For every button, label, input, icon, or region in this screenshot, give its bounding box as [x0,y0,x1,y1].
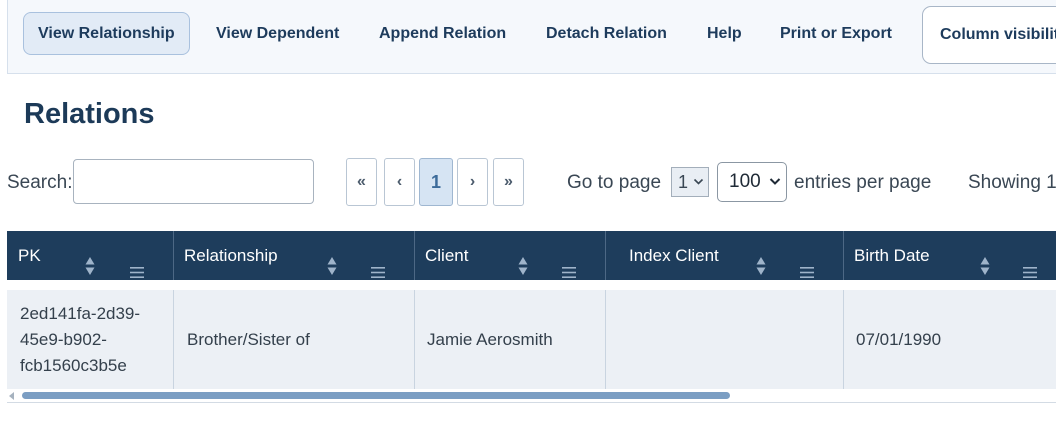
column-menu-icon[interactable] [371,249,385,278]
page-1-button[interactable]: 1 [419,158,453,206]
showing-info: Showing 1 [968,172,1056,193]
scroll-left-arrow-icon[interactable] [9,392,14,400]
cell-birth-date: 07/01/1990 [844,290,1056,389]
cell-client: Jamie Aerosmith [415,290,606,389]
entries-per-page-select[interactable]: 100 [717,162,787,202]
last-page-button[interactable]: » [493,158,524,206]
column-header-index-client[interactable]: Index Client [606,231,844,280]
sort-icon[interactable] [85,246,95,275]
help-button[interactable]: Help [707,12,742,55]
column-header-label: Client [425,246,469,265]
cell-birth-date-value: 07/01/1990 [856,329,942,349]
sort-icon[interactable] [980,246,990,275]
cell-client-value: Jamie Aerosmith [427,329,553,349]
cell-relationship: Brother/Sister of [174,290,415,389]
view-relationship-button[interactable]: View Relationship [23,12,190,55]
column-header-label: Index Client [629,246,719,265]
sort-icon[interactable] [327,246,337,275]
goto-page-label: Go to page [567,172,662,193]
page-title: Relations [24,98,155,130]
cell-pk-line: fcb1560c3b5e [20,355,127,375]
goto-page-value: 1 [678,172,689,192]
column-header-relationship[interactable]: Relationship [174,231,415,280]
relations-table: PK Relationship Client Index Client Birt… [7,231,1056,389]
print-export-button[interactable]: Print or Export [780,12,892,55]
column-header-client[interactable]: Client [415,231,606,280]
entries-per-page-label: entries per page [794,172,932,193]
prev-page-button[interactable]: ‹ [384,158,415,206]
search-input[interactable] [73,159,314,204]
entries-per-page-value: 100 [729,171,761,192]
column-menu-icon[interactable] [562,249,576,278]
search-label: Search: [7,172,73,193]
column-visibility-button[interactable]: Column visibility [922,6,1056,64]
cell-pk-line: 2ed141fa-2d39- [20,303,141,323]
next-page-button[interactable]: › [457,158,488,206]
column-menu-icon[interactable] [800,249,814,278]
column-header-pk[interactable]: PK [7,231,174,280]
cell-pk-line: 45e9-b902- [20,329,107,349]
sort-icon[interactable] [756,246,766,275]
detach-relation-button[interactable]: Detach Relation [546,12,667,55]
view-dependent-button[interactable]: View Dependent [216,12,339,55]
toolbar: View Relationship View Dependent Append … [7,0,1056,74]
sort-icon[interactable] [518,246,528,275]
table-row[interactable]: 2ed141fa-2d39- 45e9-b902- fcb1560c3b5e B… [7,290,1056,389]
horizontal-scrollbar[interactable] [7,390,1056,403]
cell-index-client [606,290,844,389]
table-header: PK Relationship Client Index Client Birt… [7,231,1056,280]
goto-page-select[interactable]: 1 [671,167,709,197]
append-relation-button[interactable]: Append Relation [379,12,506,55]
column-header-label: Birth Date [854,246,930,265]
chevron-down-icon [769,163,781,217]
scrollbar-thumb[interactable] [22,392,730,399]
chevron-down-icon [693,168,704,207]
column-header-label: PK [18,246,41,265]
cell-pk: 2ed141fa-2d39- 45e9-b902- fcb1560c3b5e [7,290,174,389]
column-menu-icon[interactable] [1023,249,1037,278]
cell-relationship-value: Brother/Sister of [187,329,310,349]
first-page-button[interactable]: « [346,158,377,206]
column-header-label: Relationship [184,246,278,265]
column-menu-icon[interactable] [130,249,144,278]
column-header-birth-date[interactable]: Birth Date [844,231,1056,280]
